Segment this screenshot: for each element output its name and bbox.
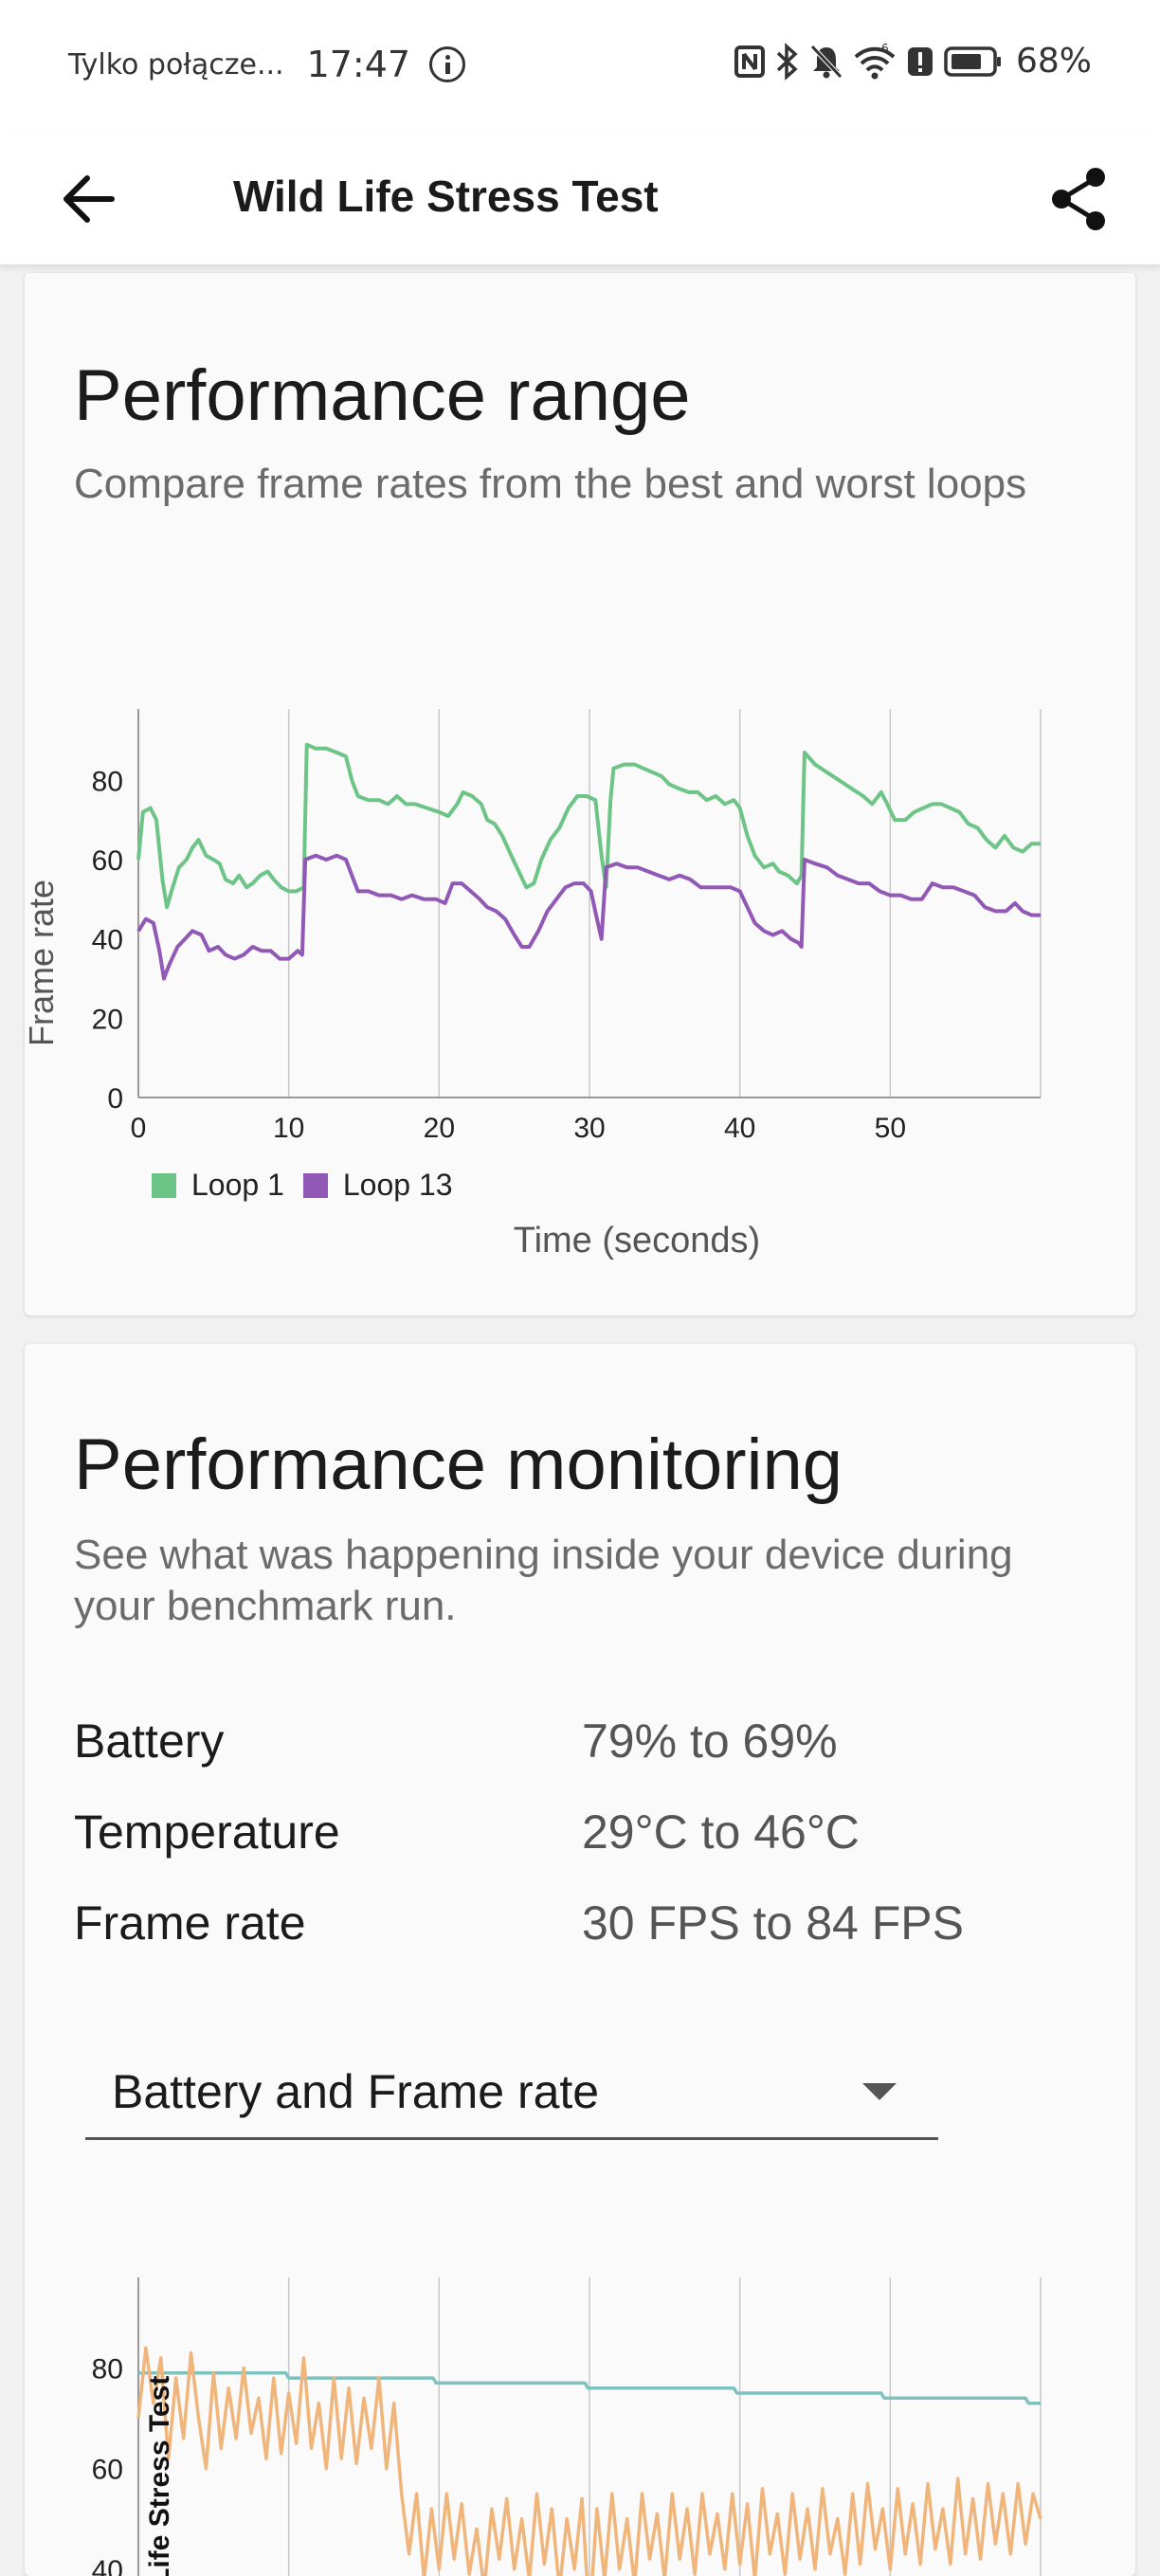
legend-swatch-loop-13 bbox=[302, 1172, 328, 1198]
back-button[interactable] bbox=[55, 161, 121, 237]
y-tick-label: 40 bbox=[92, 925, 123, 956]
info-icon bbox=[429, 46, 466, 82]
app-bar: Wild Life Stress Test bbox=[0, 133, 1160, 265]
legend-item-loop-13: Loop 13 bbox=[302, 1168, 453, 1203]
clock: 17:47 bbox=[306, 44, 411, 85]
svg-text:6: 6 bbox=[881, 44, 889, 55]
x-tick-label: 50 bbox=[875, 1113, 906, 1144]
y-tick-label: 60 bbox=[92, 2455, 123, 2486]
nfc-icon bbox=[734, 45, 765, 78]
x-tick-label: 0 bbox=[131, 1113, 147, 1144]
legend-swatch-loop-1 bbox=[152, 1172, 176, 1198]
arrow-left-icon bbox=[63, 175, 115, 223]
frame-rate-chart: 0 20 40 60 80 0 10 20 30 40 50 Frame rate bbox=[25, 709, 1042, 1144]
y-tick-label: 0 bbox=[107, 1083, 123, 1115]
y-axis-title: Frame rate bbox=[25, 880, 61, 1046]
share-button[interactable] bbox=[1039, 157, 1118, 241]
legend-label-loop-1: Loop 1 bbox=[191, 1168, 284, 1202]
x-tick-label: 40 bbox=[724, 1113, 755, 1144]
share-icon bbox=[1052, 168, 1105, 230]
x-tick-label: 30 bbox=[573, 1113, 605, 1144]
status-bar: Tylko połącze... 17:47 6 68% bbox=[0, 0, 1160, 133]
y-tick-label: 40 bbox=[92, 2555, 123, 2576]
y-tick-label: 80 bbox=[92, 2354, 123, 2386]
monitoring-chart: 40 60 80 Wild Life Stress Test bbox=[92, 2277, 1042, 2576]
x-tick-label: 10 bbox=[273, 1113, 304, 1144]
legend-item-loop-1: Loop 1 bbox=[152, 1168, 284, 1203]
battery-percent: 68% bbox=[1015, 42, 1092, 81]
y-tick-label: 20 bbox=[92, 1004, 123, 1035]
x-tick-label: 20 bbox=[424, 1113, 455, 1144]
y-axis-title: Wild Life Stress Test bbox=[144, 2376, 175, 2576]
legend-label-loop-13: Loop 13 bbox=[342, 1168, 453, 1202]
alert-icon bbox=[907, 46, 933, 76]
wifi-icon: 6 bbox=[854, 44, 896, 79]
page-title: Wild Life Stress Test bbox=[233, 172, 659, 221]
x-axis-title: Time (seconds) bbox=[513, 1221, 761, 1261]
carrier-label: Tylko połącze... bbox=[68, 47, 284, 82]
y-tick-label: 80 bbox=[92, 766, 123, 797]
mute-icon bbox=[810, 44, 843, 79]
chart-legend: Loop 1 Loop 13 bbox=[152, 1168, 472, 1203]
battery-icon bbox=[944, 45, 1001, 77]
performance-range-card: Performance range Compare frame rates fr… bbox=[25, 273, 1135, 1315]
y-tick-label: 60 bbox=[92, 845, 123, 877]
performance-monitoring-card: Performance monitoring See what was happ… bbox=[25, 1344, 1135, 2576]
bluetooth-icon bbox=[776, 42, 798, 81]
